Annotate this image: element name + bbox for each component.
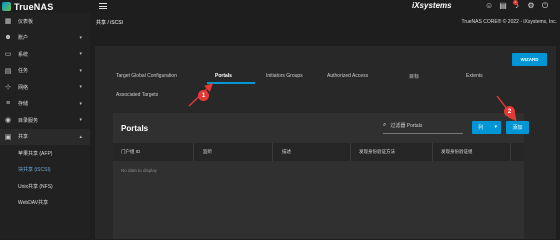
sidebar-item-network[interactable]: ⊹ 网络 ▾ xyxy=(0,79,90,96)
sidebar-subitem-webdav[interactable]: WebDAV共享 xyxy=(0,195,90,212)
chevron-down-icon: ▾ xyxy=(79,84,82,91)
tab-targets[interactable]: 目标 xyxy=(409,73,419,80)
share-folder-icon: ▣ xyxy=(4,133,12,141)
tab-initiators-groups[interactable]: Initiators Groups xyxy=(266,73,303,79)
column-header-description[interactable]: 描述 xyxy=(282,149,291,155)
annotation-marker-2: 2 xyxy=(504,106,515,117)
column-divider xyxy=(432,143,433,161)
column-divider xyxy=(350,143,351,161)
sidebar-item-directory-services[interactable]: ◉ 目录服务 ▾ xyxy=(0,112,90,129)
tab-associated-targets[interactable]: Associated Targets xyxy=(116,92,158,98)
computer-icon: ▭ xyxy=(4,51,12,59)
column-divider xyxy=(510,143,511,161)
chevron-down-icon: ▾ xyxy=(79,34,82,41)
sidebar-item-label: 任务 xyxy=(18,68,29,75)
sidebar-item-label: 存储 xyxy=(18,101,29,108)
sidebar-item-label: 共享 xyxy=(18,134,29,141)
clipboard-icon[interactable]: ▤ xyxy=(499,2,507,10)
gear-icon[interactable]: ⚙ xyxy=(527,2,535,10)
column-header-listen[interactable]: 监听 xyxy=(203,149,212,155)
search-underline xyxy=(383,133,463,134)
column-header-portal-group-id[interactable]: 门户组 ID xyxy=(121,149,140,155)
chevron-down-icon: ▾ xyxy=(79,67,82,74)
tab-extents[interactable]: Extents xyxy=(466,73,483,79)
sidebar-item-tasks[interactable]: ▤ 任务 ▾ xyxy=(0,63,90,80)
chevron-down-icon: ▾ xyxy=(79,100,82,107)
sidebar-item-dashboard[interactable]: ▦ 仪表板 xyxy=(0,13,90,30)
caret-down-icon: ▾ xyxy=(494,124,497,130)
menu-toggle-icon[interactable] xyxy=(99,3,107,9)
tab-target-global-configuration[interactable]: Target Global Configuration xyxy=(116,73,177,79)
truenas-logo-mark xyxy=(2,2,11,11)
tab-portals[interactable]: Portals xyxy=(215,73,232,79)
sidebar-item-label: 网络 xyxy=(18,84,29,91)
sidebar-subitem-nfs[interactable]: Unix共享 (NFS) xyxy=(0,178,90,195)
columns-button-label: 列 xyxy=(478,125,484,131)
column-header-discovery-auth-method[interactable]: 发现身份验证方法 xyxy=(359,149,395,155)
active-tab-indicator xyxy=(207,82,255,84)
app-name: TrueNAS xyxy=(14,1,54,12)
sidebar-item-sharing[interactable]: ▣ 共享 ▴ xyxy=(0,128,90,145)
sidebar-item-label: 目录服务 xyxy=(18,117,39,124)
calendar-icon: ▤ xyxy=(4,67,12,75)
network-icon: ⊹ xyxy=(5,84,11,92)
sidebar: ▦ 仪表板 ☻ 账户 ▾ ▭ 系统 ▾ ▤ 任务 ▾ ⊹ 网络 ▾ ≡ 存储 ▾… xyxy=(0,13,90,239)
notification-badge: 1 xyxy=(513,0,518,5)
search-icon: ⌕ xyxy=(383,122,387,128)
truenas-logo[interactable]: TrueNAS xyxy=(2,0,53,13)
sidebar-item-accounts[interactable]: ☻ 账户 ▾ xyxy=(0,30,90,47)
sidebar-subitem-afp[interactable]: 苹果共享 (AFP) xyxy=(0,145,90,162)
column-divider xyxy=(272,143,273,161)
storage-icon: ≡ xyxy=(5,100,11,108)
feedback-icon[interactable]: ☺ xyxy=(485,2,493,10)
filter-search[interactable]: ⌕ 过滤器 Portals xyxy=(383,122,422,129)
empty-table-message: No data to display xyxy=(121,168,158,173)
sidebar-item-label: 系统 xyxy=(18,51,29,58)
sidebar-item-system[interactable]: ▭ 系统 ▾ xyxy=(0,46,90,63)
breadcrumb: 共享 / iSCSI xyxy=(96,20,123,26)
column-divider xyxy=(193,143,194,161)
panel-title: Portals xyxy=(121,124,149,133)
dashboard-icon: ▦ xyxy=(4,18,12,26)
tab-authorized-access[interactable]: Authorized Access xyxy=(327,73,368,79)
sidebar-subitem-iscsi[interactable]: 块共享 (iSCSI) xyxy=(0,162,90,179)
column-header-discovery-auth-group[interactable]: 发现身份验证组 xyxy=(441,149,473,155)
sidebar-item-label: 仪表板 xyxy=(18,18,34,25)
columns-button[interactable]: 列 ▾ xyxy=(472,121,501,134)
ixsystems-logo[interactable]: iXsystems xyxy=(412,1,452,10)
add-button[interactable]: 添加 xyxy=(506,121,529,134)
sidebar-item-label: 账户 xyxy=(18,35,29,42)
sidebar-item-storage[interactable]: ≡ 存储 ▾ xyxy=(0,96,90,113)
portals-panel xyxy=(113,113,524,239)
directory-icon: ◉ xyxy=(4,117,12,125)
wizard-button[interactable]: WIZARD xyxy=(512,53,547,66)
version-text: TrueNAS CORE® © 2022 - iXsystems, Inc. xyxy=(461,19,557,25)
annotation-marker-1: 1 xyxy=(198,90,209,101)
chevron-up-icon: ▴ xyxy=(79,133,82,140)
top-bar: TrueNAS iXsystems ☺ ▤ ♪ ⚙ ⏻ 1 xyxy=(0,0,560,13)
chevron-down-icon: ▾ xyxy=(79,117,82,124)
chevron-down-icon: ▾ xyxy=(79,51,82,58)
users-icon: ☻ xyxy=(4,34,12,42)
search-input[interactable]: 过滤器 Portals xyxy=(390,122,422,129)
power-icon[interactable]: ⏻ xyxy=(541,2,549,10)
